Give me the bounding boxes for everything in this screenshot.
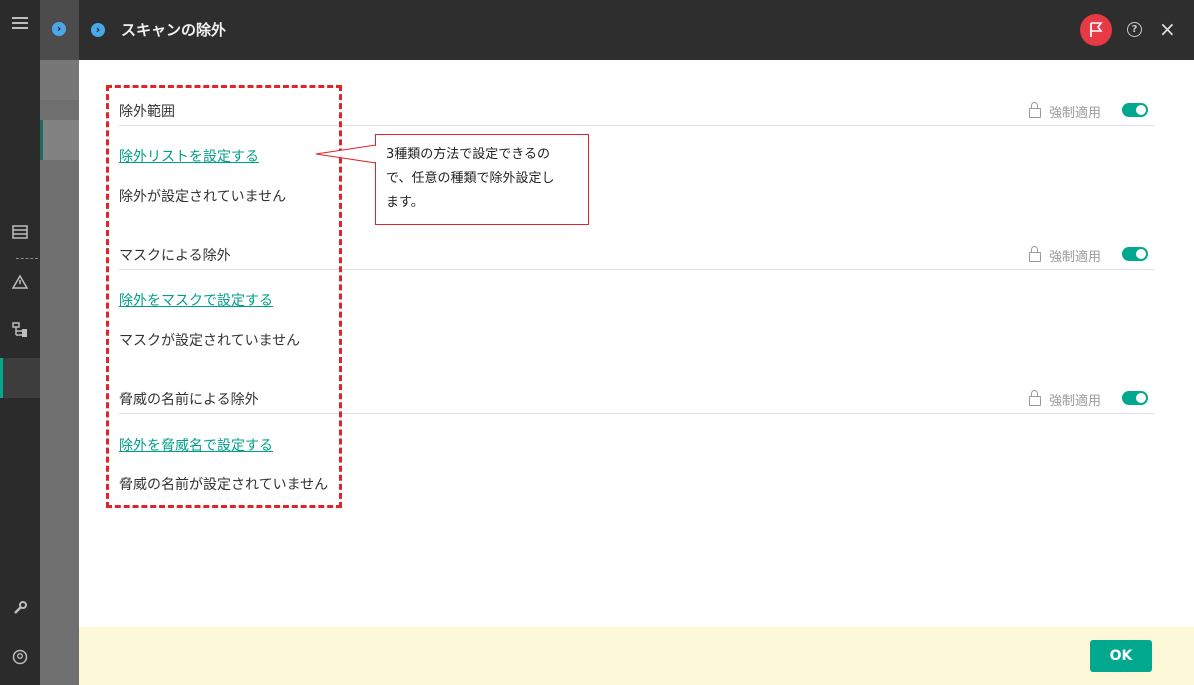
lock-icon	[1029, 102, 1041, 118]
annotation-highlight-box	[106, 85, 342, 508]
background-panel: ›	[40, 0, 79, 685]
enforce-label: 強制適用	[1029, 246, 1101, 265]
user-icon[interactable]	[0, 649, 40, 670]
dialog-footer: OK	[79, 627, 1194, 685]
flag-icon	[1090, 22, 1103, 37]
annotation-callout: 3種類の方法で設定できるの で、任意の種類で除外設定し ます。	[375, 134, 589, 225]
background-row-selected	[40, 120, 79, 160]
menu-icon[interactable]	[0, 15, 40, 36]
ok-button[interactable]: OK	[1090, 640, 1152, 672]
callout-line: 3種類の方法で設定できるの	[386, 147, 551, 162]
list-icon[interactable]	[0, 224, 40, 244]
close-icon[interactable]: ×	[1159, 18, 1176, 40]
callout-line: で、任意の種類で除外設定し	[386, 171, 555, 186]
enforce-toggle[interactable]	[1122, 391, 1148, 405]
enforce-text: 強制適用	[1049, 394, 1102, 409]
enforce-label: 強制適用	[1029, 390, 1101, 409]
enforce-toggle[interactable]	[1122, 247, 1148, 261]
help-icon[interactable]: ?	[1127, 22, 1142, 37]
chevron-circle-icon[interactable]: ›	[91, 23, 105, 37]
enforce-text: 強制適用	[1049, 106, 1102, 121]
app-sidebar	[0, 0, 41, 685]
flag-button[interactable]	[1080, 14, 1112, 46]
sidebar-divider	[16, 258, 38, 259]
enforce-toggle[interactable]	[1122, 103, 1148, 117]
background-header: ›	[40, 0, 79, 60]
chevron-circle-icon[interactable]: ›	[52, 22, 66, 36]
enforce-label: 強制適用	[1029, 102, 1101, 121]
dialog-title: スキャンの除外	[121, 21, 227, 39]
lock-icon	[1029, 390, 1041, 406]
background-row	[40, 60, 79, 100]
enforce-text: 強制適用	[1049, 250, 1102, 265]
tree-icon[interactable]	[0, 322, 40, 343]
lock-icon	[1029, 246, 1041, 262]
dialog-header: › スキャンの除外 ? ×	[79, 0, 1194, 60]
wrench-icon[interactable]	[0, 600, 40, 621]
sidebar-selected-item[interactable]	[0, 358, 40, 398]
callout-line: ます。	[386, 195, 424, 210]
warning-icon[interactable]	[0, 274, 40, 294]
